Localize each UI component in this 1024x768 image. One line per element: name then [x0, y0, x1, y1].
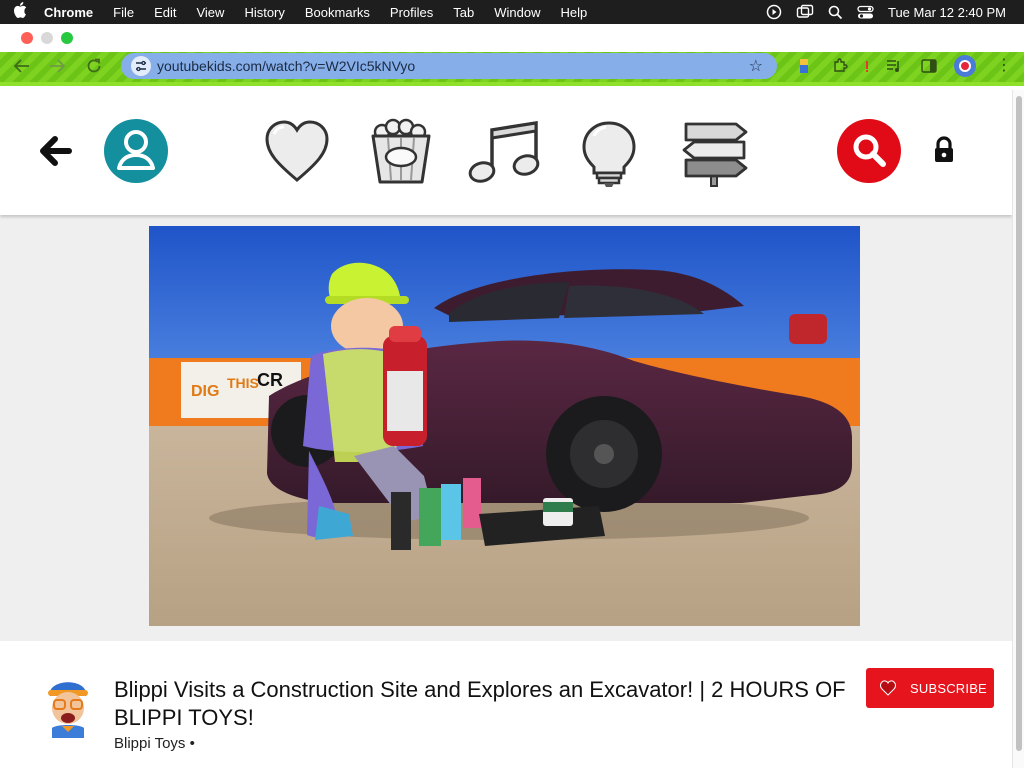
subscribe-label: SUBSCRIBE: [910, 680, 987, 696]
page-scrollbar[interactable]: [1012, 90, 1024, 768]
browser-toolbar: youtubekids.com/watch?v=W2VIc5kNVyo ☆ ⋮: [0, 52, 1024, 86]
signpost-icon[interactable]: [680, 120, 750, 188]
bookmark-star-icon[interactable]: ☆: [749, 56, 763, 76]
svg-text:THIS: THIS: [227, 375, 259, 391]
play-status-icon[interactable]: [766, 4, 782, 20]
menu-profiles[interactable]: Profiles: [380, 5, 443, 20]
scrollbar-thumb[interactable]: [1016, 96, 1022, 751]
menu-app-name[interactable]: Chrome: [40, 5, 103, 20]
heart-icon[interactable]: [264, 120, 330, 184]
macos-menu-bar: Chrome File Edit View History Bookmarks …: [0, 0, 1024, 24]
control-center-icon[interactable]: [857, 5, 874, 20]
video-title: Blippi Visits a Construction Site and Ex…: [114, 677, 846, 730]
menu-view[interactable]: View: [186, 5, 234, 20]
address-bar[interactable]: youtubekids.com/watch?v=W2VIc5kNVyo ☆: [121, 53, 777, 79]
maximize-window-button[interactable]: [61, 32, 73, 44]
spotlight-search-icon[interactable]: [828, 5, 843, 20]
video-frame-thumbnail[interactable]: DIG THIS CR: [149, 226, 860, 626]
forward-button[interactable]: [44, 55, 70, 77]
more-options-icon[interactable]: ⋮: [996, 55, 1012, 75]
video-player[interactable]: DIG THIS CR: [149, 226, 860, 626]
menu-bar-clock[interactable]: Tue Mar 12 2:40 PM: [888, 5, 1006, 20]
apple-menu-icon[interactable]: [0, 2, 40, 22]
svg-text:CR: CR: [257, 370, 283, 390]
side-panel-icon[interactable]: [920, 57, 938, 75]
search-icon[interactable]: [836, 118, 902, 184]
lightbulb-icon[interactable]: [580, 120, 638, 188]
channel-avatar[interactable]: [40, 674, 96, 738]
menu-help[interactable]: Help: [551, 5, 598, 20]
kids-header-bar: [0, 90, 1012, 215]
subscribe-button[interactable]: SUBSCRIBE: [866, 668, 994, 708]
youtube-kids-page: DIG THIS CR Blippi Visits a Construction…: [0, 90, 1024, 768]
channel-name[interactable]: Blippi Toys •: [114, 735, 195, 752]
extension-shield-icon[interactable]: [795, 57, 813, 75]
site-info-icon[interactable]: [131, 56, 151, 76]
profile-avatar-button[interactable]: [954, 55, 976, 77]
browser-title-bar: [0, 24, 1024, 52]
popcorn-icon[interactable]: [368, 118, 434, 186]
extension-puzzle-icon[interactable]: [831, 57, 849, 75]
menu-bookmarks[interactable]: Bookmarks: [295, 5, 380, 20]
screen-mirroring-icon[interactable]: [796, 4, 814, 20]
url-text[interactable]: youtubekids.com/watch?v=W2VIc5kNVyo: [157, 58, 415, 74]
menu-window[interactable]: Window: [484, 5, 550, 20]
menu-tab[interactable]: Tab: [443, 5, 484, 20]
minimize-window-button[interactable]: [41, 32, 53, 44]
media-queue-icon[interactable]: [885, 57, 903, 75]
close-window-button[interactable]: [21, 32, 33, 44]
extension-alert-icon[interactable]: [858, 57, 876, 75]
reload-button[interactable]: [81, 55, 107, 77]
menu-file[interactable]: File: [103, 5, 144, 20]
menu-edit[interactable]: Edit: [144, 5, 186, 20]
svg-text:DIG: DIG: [191, 383, 219, 400]
lock-icon[interactable]: [933, 136, 955, 164]
back-arrow-icon[interactable]: [40, 136, 72, 166]
music-icon[interactable]: [466, 120, 542, 186]
back-button[interactable]: [9, 55, 35, 77]
menu-history[interactable]: History: [234, 5, 294, 20]
subscribe-heart-icon: [880, 680, 896, 696]
profile-icon[interactable]: [103, 118, 169, 184]
